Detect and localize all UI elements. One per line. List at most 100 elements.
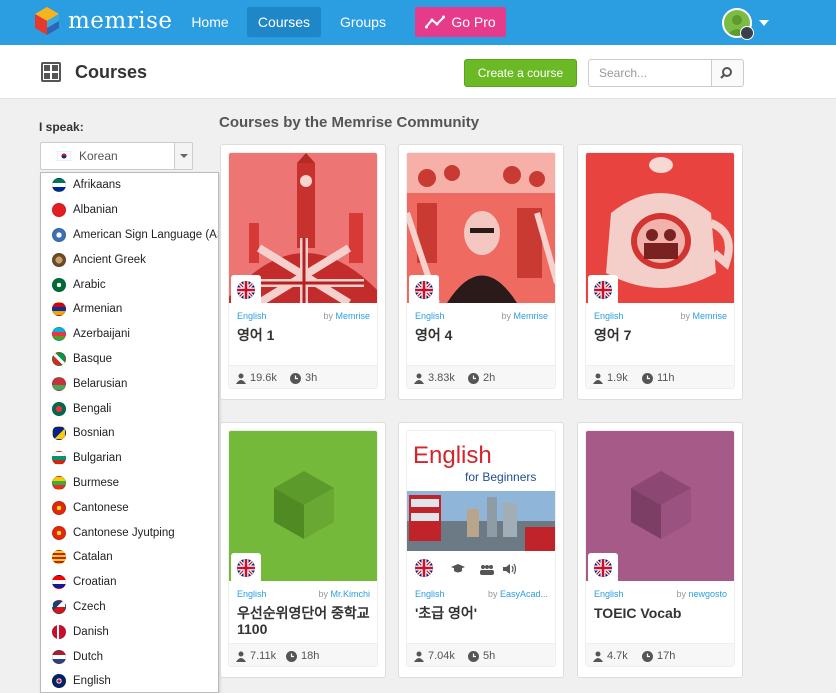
group-icon xyxy=(480,565,494,575)
language-option[interactable]: Cantonese xyxy=(41,495,218,520)
i-speak-label: I speak: xyxy=(39,120,84,134)
language-option-label: Burmese xyxy=(73,476,120,489)
audio-icon xyxy=(503,563,517,575)
nav-groups[interactable]: Groups xyxy=(331,7,395,37)
select-arrow-icon[interactable] xyxy=(174,143,192,169)
learners-icon xyxy=(236,651,246,662)
page-header: Courses Create a course Search... xyxy=(0,45,836,99)
course-card[interactable]: English for Beginners English by EasyAca… xyxy=(398,422,564,678)
course-card[interactable]: English by Memrise 영어 1 19.6k 3h xyxy=(220,144,386,400)
language-option[interactable]: Bosnian xyxy=(41,421,218,446)
course-author: by EasyAcad... xyxy=(487,589,548,599)
course-card[interactable]: English by Mr.Kimchi 우선순위영단어 중학교 1100 7.… xyxy=(220,422,386,678)
language-option[interactable]: Czech xyxy=(41,595,218,620)
language-option-label: English xyxy=(73,675,111,688)
language-option[interactable]: Azerbaijani xyxy=(41,322,218,347)
course-card[interactable]: English by newgosto TOEIC Vocab 4.7k 17h xyxy=(577,422,743,678)
user-menu-caret-icon[interactable] xyxy=(759,20,769,26)
author-link[interactable]: Mr.Kimchi xyxy=(330,589,370,599)
language-option[interactable]: Cantonese Jyutping xyxy=(41,520,218,545)
logo-text: memrise xyxy=(68,8,173,34)
korea-flag-icon xyxy=(57,151,71,161)
author-link[interactable]: newgosto xyxy=(688,589,727,599)
search-button[interactable] xyxy=(711,59,744,87)
language-dropdown[interactable]: Afrikaans Albanian American Sign Language … xyxy=(40,172,219,693)
language-option[interactable]: Burmese xyxy=(41,471,218,496)
author-link[interactable]: EasyAcad... xyxy=(500,589,548,599)
language-option[interactable]: Albanian xyxy=(41,198,218,223)
memrise-logo[interactable]: memrise xyxy=(34,6,173,36)
language-option-label: American Sign Language (ASL) xyxy=(73,228,219,241)
nav-courses[interactable]: Courses xyxy=(247,7,321,37)
language-option-label: Bulgarian xyxy=(73,452,122,465)
language-option[interactable]: Afrikaans xyxy=(41,173,218,198)
course-title[interactable]: TOEIC Vocab xyxy=(594,605,734,621)
flag-icon xyxy=(52,599,66,614)
author-link[interactable]: Memrise xyxy=(692,311,727,321)
course-language[interactable]: English xyxy=(415,311,445,321)
course-language[interactable]: English xyxy=(237,311,267,321)
course-duration: 2h xyxy=(483,372,496,384)
flag-icon xyxy=(52,252,66,267)
language-option-label: Albanian xyxy=(73,204,118,217)
create-course-button[interactable]: Create a course xyxy=(464,59,577,87)
page-title: Courses xyxy=(75,62,148,82)
clock-icon xyxy=(290,372,301,384)
chart-line-icon xyxy=(425,15,446,29)
language-option[interactable]: Armenian xyxy=(41,297,218,322)
course-language[interactable]: English xyxy=(594,311,624,321)
language-option-label: Bengali xyxy=(73,402,112,415)
course-duration: 11h xyxy=(657,372,675,384)
language-option-label: Cantonese Jyutping xyxy=(73,526,175,539)
course-language[interactable]: English xyxy=(594,589,624,599)
course-author: by newgosto xyxy=(676,589,727,599)
language-option-label: Croatian xyxy=(73,576,117,589)
course-language[interactable]: English xyxy=(415,589,445,599)
language-flag-badge xyxy=(588,275,618,305)
course-title[interactable]: 영어 1 xyxy=(237,327,377,343)
flag-icon xyxy=(52,426,66,441)
language-option[interactable]: Bengali xyxy=(41,396,218,421)
nav-home[interactable]: Home xyxy=(181,7,239,37)
course-card[interactable]: English by Memrise 영어 7 1.9k 11h xyxy=(577,144,743,400)
course-stats: 7.04k 5h xyxy=(407,643,555,666)
flag-icon xyxy=(52,575,66,590)
language-option[interactable]: Ancient Greek xyxy=(41,247,218,272)
language-option-label: Belarusian xyxy=(73,377,128,390)
logo-cube-icon xyxy=(35,7,59,35)
language-option[interactable]: Dutch xyxy=(41,644,218,669)
learners-icon xyxy=(236,373,246,384)
course-duration: 17h xyxy=(657,650,676,662)
author-link[interactable]: Memrise xyxy=(513,311,548,321)
language-option[interactable]: Catalan xyxy=(41,545,218,570)
course-card[interactable]: English by Memrise 영어 4 3.83k 2h xyxy=(398,144,564,400)
language-option[interactable]: English xyxy=(41,669,218,692)
language-option[interactable]: Arabic xyxy=(41,272,218,297)
course-language[interactable]: English xyxy=(237,589,267,599)
course-author: by Mr.Kimchi xyxy=(318,589,370,599)
learners-count: 4.7k xyxy=(607,650,628,662)
learners-count: 7.11k xyxy=(250,650,277,662)
course-title[interactable]: 우선순위영단어 중학교 1100 xyxy=(237,605,377,637)
course-duration: 18h xyxy=(301,650,320,662)
language-option[interactable]: Danish xyxy=(41,619,218,644)
language-option[interactable]: Basque xyxy=(41,347,218,372)
flag-icon xyxy=(52,376,66,391)
language-option[interactable]: Belarusian xyxy=(41,371,218,396)
image-subtitle-text: for Beginners xyxy=(465,470,536,484)
language-select[interactable]: Korean xyxy=(40,142,193,170)
author-link[interactable]: Memrise xyxy=(335,311,370,321)
language-option[interactable]: American Sign Language (ASL) xyxy=(41,223,218,248)
flag-icon xyxy=(52,500,66,515)
course-title[interactable]: 영어 7 xyxy=(594,327,734,343)
tools-badge-icon xyxy=(740,26,754,40)
language-option-label: Afrikaans xyxy=(73,179,121,192)
go-pro-button[interactable]: Go Pro xyxy=(415,7,506,37)
course-title[interactable]: 영어 4 xyxy=(415,327,555,343)
flag-icon xyxy=(52,351,66,366)
language-option[interactable]: Croatian xyxy=(41,570,218,595)
flag-icon xyxy=(52,327,66,342)
search-input[interactable]: Search... xyxy=(588,59,712,87)
language-option[interactable]: Bulgarian xyxy=(41,446,218,471)
course-title[interactable]: '초급 영어' xyxy=(415,605,555,621)
